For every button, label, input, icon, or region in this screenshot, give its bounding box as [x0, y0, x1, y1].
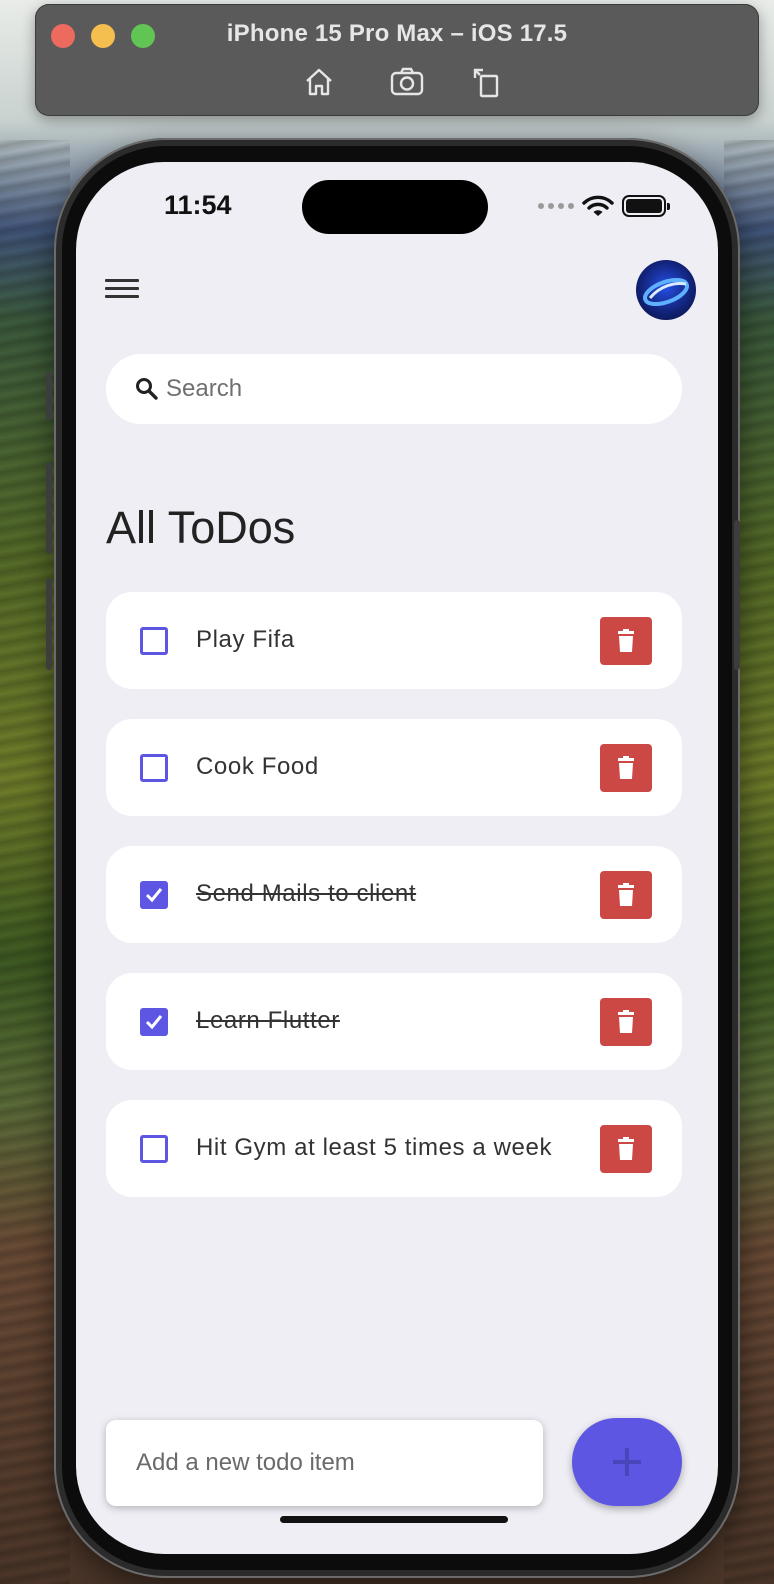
todo-checkbox[interactable]	[140, 754, 168, 782]
volume-up-button	[46, 462, 52, 554]
todo-item: Play Fifa	[106, 592, 682, 689]
trash-icon	[618, 756, 634, 779]
checkmark-icon	[145, 888, 163, 903]
todo-checkbox[interactable]	[140, 627, 168, 655]
simulator-title: iPhone 15 Pro Max – iOS 17.5	[226, 20, 568, 47]
section-title: All ToDos	[106, 502, 296, 553]
app-screen: 11:54 All ToDos Play Fifa	[76, 162, 718, 1554]
trash-icon	[618, 883, 634, 906]
hamburger-menu-icon[interactable]	[102, 274, 142, 308]
todo-item: Send Mails to client	[106, 846, 682, 943]
todo-text: Hit Gym at least 5 times a week	[196, 1134, 553, 1161]
add-todo-field	[106, 1420, 543, 1506]
todo-item: Hit Gym at least 5 times a week	[106, 1100, 682, 1197]
simulator-title-bar: iPhone 15 Pro Max – iOS 17.5	[35, 4, 759, 116]
home-icon[interactable]	[301, 64, 337, 100]
screenshot-icon[interactable]	[389, 64, 425, 100]
todo-checkbox-checked[interactable]	[140, 881, 168, 909]
rotate-icon[interactable]	[469, 64, 505, 100]
battery-icon	[622, 195, 670, 217]
search-bar	[106, 354, 682, 424]
wifi-icon	[582, 195, 614, 216]
add-todo-input[interactable]	[136, 1449, 526, 1477]
power-button	[734, 520, 740, 670]
todo-checkbox[interactable]	[140, 1135, 168, 1163]
plus-icon	[613, 1448, 641, 1476]
status-icons	[538, 192, 670, 220]
search-input[interactable]	[166, 375, 646, 403]
add-todo-button[interactable]	[572, 1418, 682, 1506]
trash-icon	[618, 1010, 634, 1033]
todo-checkbox-checked[interactable]	[140, 1008, 168, 1036]
todo-item: Cook Food	[106, 719, 682, 816]
volume-down-button	[46, 578, 52, 670]
status-time: 11:54	[164, 190, 232, 220]
action-button	[46, 372, 52, 420]
delete-button[interactable]	[600, 744, 652, 792]
todo-text: Learn Flutter	[196, 1007, 340, 1034]
todo-item: Learn Flutter	[106, 973, 682, 1070]
trash-icon	[618, 1137, 634, 1160]
delete-button[interactable]	[600, 871, 652, 919]
todo-text: Cook Food	[196, 753, 319, 780]
delete-button[interactable]	[600, 617, 652, 665]
delete-button[interactable]	[600, 1125, 652, 1173]
todo-list: Play Fifa Cook Food Send Mails to client	[106, 592, 682, 1227]
home-indicator	[280, 1516, 508, 1523]
todo-text: Play Fifa	[196, 626, 295, 653]
trash-icon	[618, 629, 634, 652]
cellular-signal-icon	[538, 203, 574, 209]
checkmark-icon	[145, 1015, 163, 1030]
delete-button[interactable]	[600, 998, 652, 1046]
profile-avatar[interactable]	[636, 260, 696, 320]
dynamic-island	[302, 180, 488, 234]
simulator-toolbar	[35, 64, 759, 100]
todo-text: Send Mails to client	[196, 880, 417, 907]
search-icon	[136, 378, 158, 400]
